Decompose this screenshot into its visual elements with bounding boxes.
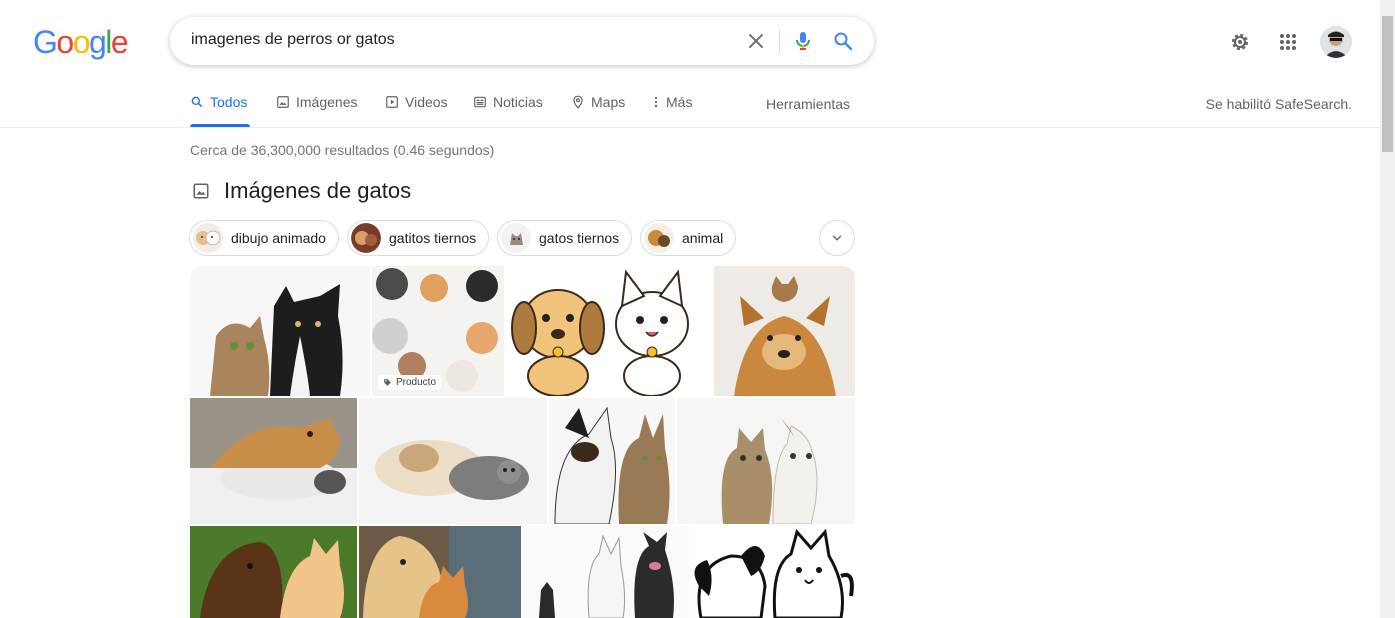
chip-animal[interactable]: animal	[640, 220, 737, 256]
puppy-kissing-kitten-photo	[190, 526, 357, 618]
cat-and-dog-hugging-photo	[677, 398, 855, 524]
tab-label: Maps	[591, 94, 626, 110]
tabs-divider	[0, 127, 1380, 128]
image-result[interactable]	[549, 398, 675, 524]
play-icon	[386, 96, 398, 108]
tab-maps[interactable]: Maps	[571, 94, 625, 110]
dogs-and-cat-sitting-photo	[523, 526, 689, 618]
account-avatar[interactable]	[1320, 26, 1352, 58]
news-icon	[474, 96, 486, 108]
search-icon[interactable]	[831, 29, 855, 53]
chip-label: gatos tiernos	[539, 230, 620, 246]
image-results-grid: Producto	[190, 266, 855, 618]
search-icon	[191, 96, 203, 108]
dog-and-tabby-cat-photo	[549, 398, 675, 524]
cat-and-dog-photo	[190, 266, 370, 396]
clear-icon[interactable]	[744, 29, 768, 53]
image-result[interactable]	[714, 266, 855, 396]
cartoon-dog-and-cat-drawing	[506, 266, 712, 396]
dog-with-kitten-photo	[714, 266, 855, 396]
chip-gatos-tiernos[interactable]: gatos tiernos	[497, 220, 633, 256]
chip-thumbnail	[501, 223, 531, 253]
puppy-and-kitten-lying-photo	[359, 398, 547, 524]
section-title: Imágenes de gatos	[224, 178, 412, 203]
tab-label: Más	[666, 94, 693, 110]
tools-button[interactable]: Herramientas	[766, 96, 850, 112]
image-result[interactable]	[359, 398, 547, 524]
tab-label: Imágenes	[296, 94, 358, 110]
image-result[interactable]	[506, 266, 712, 396]
expand-chips-button[interactable]	[819, 220, 855, 256]
image-icon	[277, 96, 289, 108]
tab-videos[interactable]: Videos	[385, 94, 448, 110]
safesearch-status[interactable]: Se habilitó SafeSearch.	[1206, 96, 1352, 112]
images-section-header[interactable]: Imágenes de gatos	[192, 178, 411, 204]
tab-mas[interactable]: Más	[652, 94, 692, 110]
image-result[interactable]	[677, 398, 855, 524]
apps-grid-icon[interactable]	[1276, 30, 1300, 54]
more-vert-icon	[654, 96, 658, 108]
tab-label: Videos	[405, 94, 448, 110]
scrollbar-thumb[interactable]	[1382, 16, 1393, 152]
tab-label: Noticias	[493, 94, 543, 110]
chip-thumbnail	[644, 223, 674, 253]
chip-thumbnail	[193, 223, 223, 253]
image-result[interactable]	[691, 526, 855, 618]
product-badge: Producto	[378, 375, 442, 390]
badge-label: Producto	[396, 377, 437, 388]
chip-label: animal	[682, 230, 724, 246]
chip-thumbnail	[351, 223, 381, 253]
search-input[interactable]: imagenes de perros or gatos	[191, 31, 395, 49]
tab-noticias[interactable]: Noticias	[473, 94, 543, 110]
chip-gatitos-tiernos[interactable]: gatitos tiernos	[347, 220, 490, 256]
chip-label: gatitos tiernos	[389, 230, 477, 246]
image-result[interactable]	[523, 526, 689, 618]
search-divider	[779, 29, 780, 53]
tab-imagenes[interactable]: Imágenes	[276, 94, 357, 110]
tab-label: Todos	[210, 94, 248, 110]
image-result[interactable]	[190, 266, 370, 396]
golden-retriever-with-kitten-photo	[359, 526, 521, 618]
image-result[interactable]	[190, 398, 357, 524]
black-and-white-dog-cat-drawing	[691, 526, 855, 618]
search-box[interactable]: imagenes de perros or gatos	[170, 17, 874, 65]
google-logo[interactable]: Google	[33, 24, 129, 61]
map-pin-icon	[573, 95, 583, 109]
chip-label: dibujo animado	[231, 230, 326, 246]
settings-gear-icon[interactable]	[1228, 30, 1252, 54]
chip-dibujo-animado[interactable]: dibujo animado	[189, 220, 339, 256]
tag-icon	[384, 379, 391, 386]
chevron-down-icon	[832, 235, 842, 241]
puppy-on-cat-photo	[190, 398, 357, 524]
image-result[interactable]	[359, 526, 521, 618]
page-scrollbar[interactable]	[1380, 0, 1395, 618]
image-result[interactable]: Producto	[372, 266, 504, 396]
image-icon	[193, 183, 209, 199]
tab-todos[interactable]: Todos	[190, 94, 247, 110]
result-stats: Cerca de 36,300,000 resultados (0.46 seg…	[190, 142, 495, 158]
microphone-icon[interactable]	[791, 29, 815, 53]
image-result[interactable]	[190, 526, 357, 618]
